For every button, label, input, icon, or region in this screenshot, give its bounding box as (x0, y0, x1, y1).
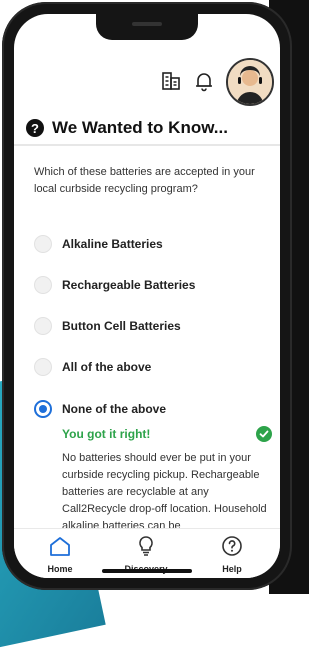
section-title: We Wanted to Know... (52, 118, 228, 137)
section-header: ? We Wanted to Know... (26, 118, 228, 138)
lightbulb-icon (134, 535, 158, 562)
option-all-of-the-above[interactable]: All of the above (34, 358, 151, 376)
option-none-of-the-above[interactable]: None of the above (34, 400, 166, 418)
notch-speaker (132, 22, 162, 26)
nav-help-label: Help (222, 564, 242, 574)
radio-button[interactable] (34, 235, 52, 253)
phone-frame: ? We Wanted to Know... Which of these ba… (2, 2, 292, 590)
top-bar (14, 54, 280, 106)
building-doc-icon[interactable] (160, 70, 182, 92)
option-rechargeable-batteries[interactable]: Rechargeable Batteries (34, 276, 195, 294)
app-screen: ? We Wanted to Know... Which of these ba… (14, 14, 280, 578)
question-mark-icon: ? (26, 119, 44, 137)
radio-button[interactable] (34, 358, 52, 376)
home-icon (48, 535, 72, 562)
option-button-cell-batteries[interactable]: Button Cell Batteries (34, 317, 181, 335)
result-explanation: No batteries should ever be put in your … (62, 452, 267, 532)
option-label: Alkaline Batteries (62, 237, 163, 251)
help-circle-icon (220, 535, 244, 562)
radio-button[interactable] (34, 276, 52, 294)
bottom-nav: Home Discovery (14, 528, 280, 578)
nav-help[interactable]: Help (192, 529, 272, 578)
phone-notch (96, 14, 198, 40)
radio-button[interactable] (34, 317, 52, 335)
question-text: Which of these batteries are accepted in… (34, 166, 255, 195)
nav-home[interactable]: Home (20, 529, 100, 578)
result-text: You got it right! (62, 427, 151, 441)
nav-home-label: Home (47, 564, 73, 574)
option-label: All of the above (62, 360, 152, 374)
option-alkaline-batteries[interactable]: Alkaline Batteries (34, 235, 163, 253)
check-circle-icon (256, 426, 272, 442)
bell-icon[interactable] (194, 70, 214, 92)
option-label: Rechargeable Batteries (62, 278, 196, 292)
section-divider (14, 144, 280, 146)
avatar[interactable] (226, 58, 274, 106)
result-line: You got it right! (62, 426, 272, 442)
radio-button-selected[interactable] (34, 400, 52, 418)
option-label: Button Cell Batteries (62, 319, 181, 333)
home-indicator (102, 569, 192, 573)
option-label: None of the above (62, 402, 167, 416)
